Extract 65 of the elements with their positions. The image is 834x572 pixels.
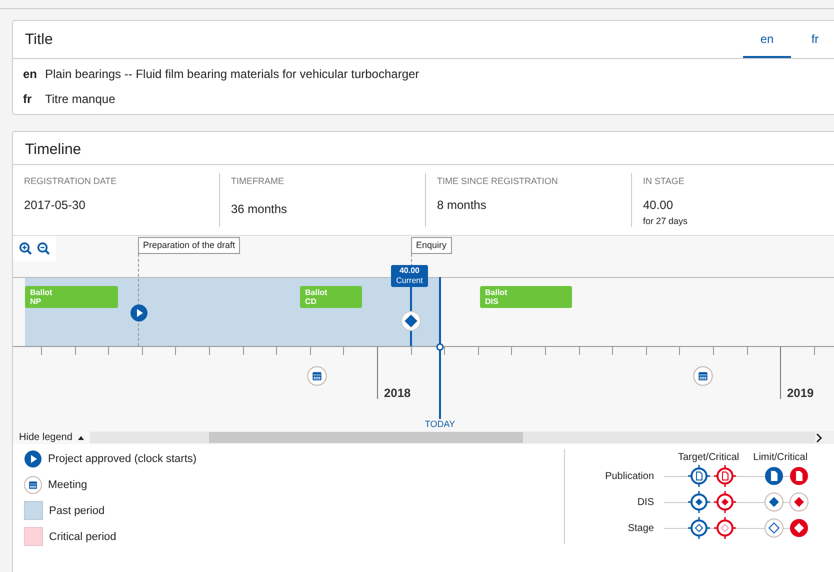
diamond-circle-icon: [763, 491, 785, 513]
diamond-outline-crosshair-icon: [688, 517, 710, 539]
diamond-crosshair-icon: [688, 491, 710, 513]
ballot-code: CD: [305, 297, 318, 306]
calendar-icon: [24, 476, 42, 494]
column-header: Target/Critical: [678, 452, 740, 463]
ballot-code: DIS: [485, 297, 500, 306]
stat-label: IN STAGE: [643, 176, 686, 186]
stat-value: 2017-05-30: [24, 198, 86, 212]
diamond-circle-icon: [788, 517, 810, 539]
zoom-in-button[interactable]: [19, 242, 32, 255]
document-circle-icon: [763, 465, 785, 487]
diamond-circle-icon: [788, 491, 810, 513]
marker-row-label: Publication: [604, 470, 654, 482]
stat-label: TIME SINCE REGISTRATION: [437, 176, 559, 186]
marker-row-label: DIS: [636, 496, 654, 508]
language-tab[interactable]: en: [743, 21, 791, 58]
meeting-calendar-icon: [693, 366, 713, 386]
ballot-label: Ballot: [30, 288, 54, 297]
ballot-label: Ballot: [305, 288, 328, 297]
ballot-label: Ballot: [485, 288, 508, 297]
year-label: 2018: [384, 386, 411, 400]
diamond-outline-crosshair-icon: [714, 517, 736, 539]
stat-label: TIMEFRAME: [231, 176, 285, 186]
stage-code: 40.00: [398, 266, 421, 276]
zoom-out-icon: [37, 242, 50, 255]
stat-value: 8 months: [437, 198, 488, 212]
language-tab[interactable]: fr: [791, 21, 834, 58]
language-code: fr: [23, 92, 33, 106]
marker-row-label: Stage: [626, 522, 654, 534]
title-text: Plain bearings -- Fluid film bearing materials for vehicular turbocharger: [45, 67, 420, 81]
language-code: en: [23, 67, 38, 81]
ballot-code: NP: [30, 297, 42, 306]
panel-title: Title: [24, 30, 54, 50]
year-label: 2019: [787, 386, 814, 400]
zoom-in-icon: [19, 242, 32, 255]
chevron-right-icon[interactable]: [815, 432, 824, 442]
zoom-out-button[interactable]: [37, 242, 50, 255]
document-circle-icon: [788, 465, 810, 487]
stage-caption: Current: [395, 276, 424, 286]
legend-label: Critical period: [49, 530, 116, 542]
past-period-swatch: [24, 501, 43, 520]
stat-label: REGISTRATION DATE: [24, 176, 118, 186]
panel-title: Timeline: [13, 132, 834, 165]
diamond-circle-icon: [763, 517, 785, 539]
phase-label: Enquiry: [411, 237, 452, 254]
legend-label: Past period: [49, 504, 105, 516]
legend-label: Project approved (clock starts): [48, 452, 197, 464]
meeting-calendar-icon: [307, 366, 327, 386]
column-header: Limit/Critical: [753, 452, 808, 463]
scrollbar-thumb[interactable]: [209, 432, 524, 443]
play-circle-icon: [24, 450, 42, 468]
today-label: TODAY: [424, 419, 456, 429]
phase-label: Preparation of the draft: [138, 237, 240, 254]
document-crosshair-icon: [714, 465, 736, 487]
legend-toggle[interactable]: Hide legend: [13, 431, 90, 444]
critical-period-swatch: [24, 527, 43, 546]
diamond-crosshair-icon: [714, 491, 736, 513]
stat-value: 36 months: [231, 202, 288, 216]
play-circle-icon: [130, 304, 148, 322]
stat-value: 40.00: [643, 198, 674, 212]
legend-label: Meeting: [48, 478, 88, 490]
title-text: Titre manque: [45, 92, 116, 106]
document-crosshair-icon: [688, 465, 710, 487]
stat-note: for 27 days: [643, 216, 689, 226]
